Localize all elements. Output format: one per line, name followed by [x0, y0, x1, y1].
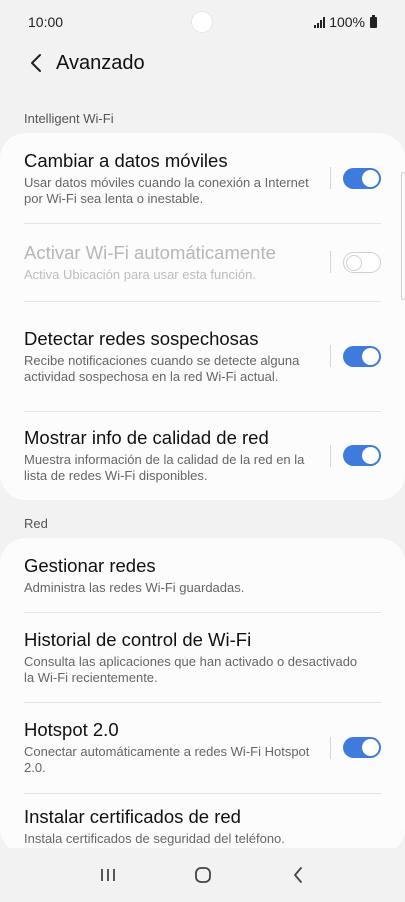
item-auto-wifi: Activar Wi-Fi automáticamente Activa Ubi…: [0, 223, 405, 301]
recents-icon: [100, 869, 115, 881]
toggle-network-quality[interactable]: [343, 445, 381, 466]
item-title: Mostrar info de calidad de red: [24, 427, 269, 448]
item-subtitle: Instala certificados de seguridad del te…: [24, 831, 285, 846]
status-icons: 100%: [314, 14, 377, 30]
toggle-detect-suspicious[interactable]: [343, 345, 381, 367]
divider: [330, 345, 331, 367]
home-button[interactable]: [183, 855, 223, 895]
item-detect-suspicious[interactable]: Detectar redes sospechosas Recibe notifi…: [0, 301, 405, 411]
item-hotspot-20[interactable]: Hotspot 2.0 Conectar automáticamente a r…: [0, 702, 405, 793]
item-subtitle: Usar datos móviles cuando la conexión a …: [24, 174, 309, 206]
item-network-quality[interactable]: Mostrar info de calidad de red Muestra i…: [0, 411, 405, 500]
divider: [330, 251, 331, 273]
section-label-intelligent-wifi: Intelligent Wi-Fi: [24, 111, 114, 126]
toggle-hotspot-20[interactable]: [343, 737, 381, 758]
item-title: Cambiar a datos móviles: [24, 149, 228, 171]
recents-button[interactable]: [88, 855, 128, 895]
item-wifi-history[interactable]: Historial de control de Wi-Fi Consulta l…: [0, 612, 405, 702]
item-switch-mobile-data[interactable]: Cambiar a datos móviles Usar datos móvil…: [0, 133, 405, 223]
signal-icon: [314, 16, 326, 28]
nav-back-button[interactable]: [278, 855, 318, 895]
item-subtitle: Recibe notificaciones cuando se detecte …: [24, 352, 300, 384]
item-title: Historial de control de Wi-Fi: [24, 628, 252, 650]
item-manage-networks[interactable]: Gestionar redes Administra las redes Wi-…: [0, 538, 405, 612]
item-title: Instalar certificados de red: [24, 806, 241, 827]
item-install-certificates[interactable]: Instalar certificados de red Instala cer…: [0, 793, 405, 854]
section-label-red: Red: [24, 516, 48, 531]
back-icon: [293, 867, 302, 883]
chevron-left-icon: [31, 54, 41, 72]
page-title: Avanzado: [56, 51, 145, 74]
card-red: Gestionar redes Administra las redes Wi-…: [0, 538, 405, 854]
home-icon: [194, 867, 211, 883]
battery-icon: [370, 14, 377, 28]
item-title: Gestionar redes: [24, 554, 156, 576]
item-title: Hotspot 2.0: [24, 719, 119, 740]
toggle-switch-mobile-data[interactable]: [343, 167, 381, 189]
item-subtitle: Administra las redes Wi-Fi guardadas.: [24, 579, 245, 595]
item-subtitle: Activa Ubicación para usar esta función.: [24, 266, 256, 282]
app-header: Avanzado: [0, 44, 405, 82]
status-time: 10:00: [28, 14, 64, 30]
item-title: Activar Wi-Fi automáticamente: [24, 241, 276, 263]
card-intelligent-wifi: Cambiar a datos móviles Usar datos móvil…: [0, 133, 405, 500]
navigation-bar: [0, 848, 405, 902]
item-subtitle: Muestra información de la calidad de la …: [24, 452, 305, 483]
item-subtitle: Consulta las aplicaciones que han activa…: [24, 653, 358, 685]
front-camera: [191, 11, 213, 33]
item-subtitle: Conectar automáticamente a redes Wi-Fi H…: [24, 744, 310, 775]
toggle-auto-wifi: [343, 251, 381, 273]
battery-percentage: 100%: [329, 14, 365, 30]
divider: [330, 736, 331, 759]
back-button[interactable]: [22, 49, 50, 77]
divider: [330, 167, 331, 189]
divider: [330, 444, 331, 467]
item-title: Detectar redes sospechosas: [24, 327, 259, 349]
scroll-indicator[interactable]: [401, 172, 405, 300]
